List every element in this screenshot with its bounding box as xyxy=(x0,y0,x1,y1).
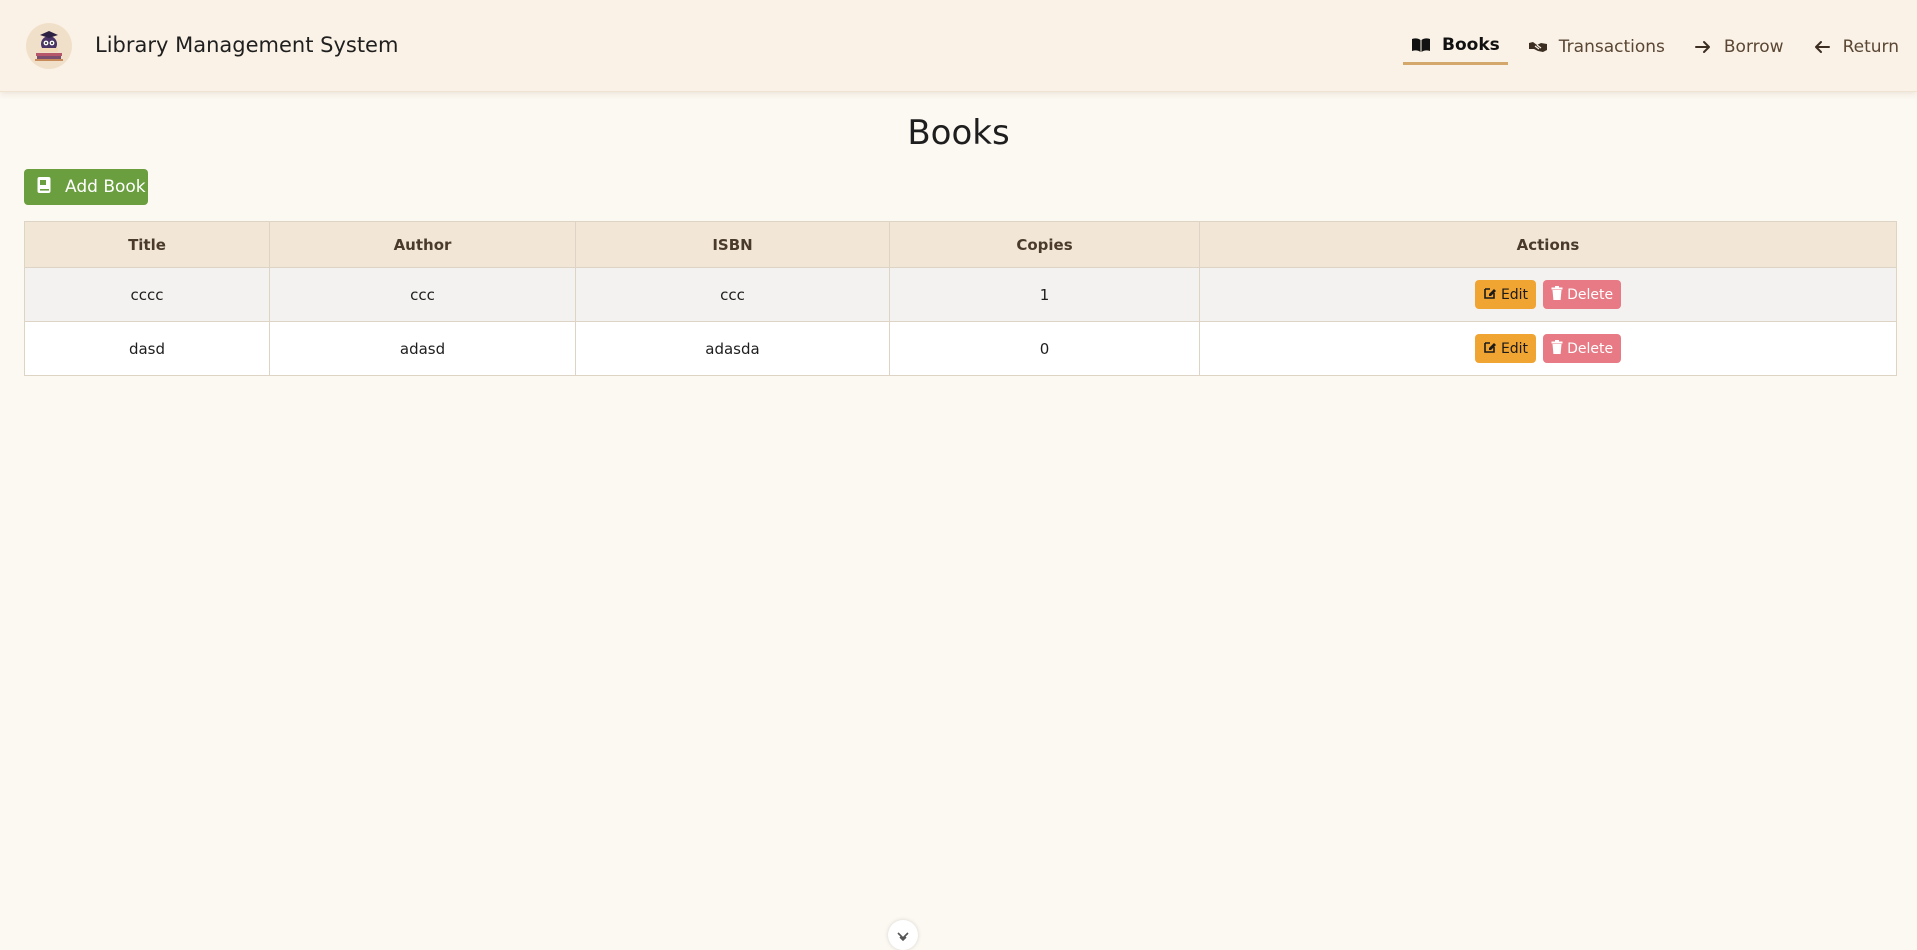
library-logo-icon[interactable] xyxy=(26,23,72,69)
handshake-icon xyxy=(1528,38,1548,56)
books-table: Title Author ISBN Copies Actions cccc cc… xyxy=(24,221,1897,376)
column-header-isbn[interactable]: ISBN xyxy=(575,221,890,268)
delete-button[interactable]: Delete xyxy=(1543,280,1622,309)
app-header: Library Management System Books Transact… xyxy=(0,0,1917,92)
delete-label: Delete xyxy=(1567,340,1614,357)
delete-button[interactable]: Delete xyxy=(1543,334,1622,363)
cell-copies: 0 xyxy=(889,321,1200,376)
page-title: Books xyxy=(907,113,1010,153)
nav-item-return[interactable]: Return xyxy=(1804,31,1907,63)
column-header-title[interactable]: Title xyxy=(24,221,270,268)
cell-copies: 1 xyxy=(889,267,1200,322)
nav-label-borrow: Borrow xyxy=(1723,36,1784,57)
cell-actions: Edit Delete xyxy=(1199,267,1897,322)
edit-icon xyxy=(1483,286,1497,304)
nav-label-transactions: Transactions xyxy=(1558,36,1665,57)
cell-isbn: ccc xyxy=(575,267,890,322)
edit-button[interactable]: Edit xyxy=(1474,280,1537,309)
open-book-icon xyxy=(1411,36,1431,54)
app-title: Library Management System xyxy=(95,33,399,57)
edit-icon xyxy=(1483,340,1497,358)
chevron-down-icon xyxy=(896,928,910,947)
nav-item-books[interactable]: Books xyxy=(1403,28,1508,65)
nav-item-transactions[interactable]: Transactions xyxy=(1520,31,1673,63)
trash-icon xyxy=(1551,285,1563,304)
delete-label: Delete xyxy=(1567,286,1614,303)
main-nav: Books Transactions Borrow Return xyxy=(1391,28,1907,65)
cell-title: dasd xyxy=(24,321,270,376)
row-actions: Edit Delete xyxy=(1474,334,1622,363)
arrow-left-icon xyxy=(1812,38,1832,56)
column-header-copies[interactable]: Copies xyxy=(889,221,1200,268)
row-actions: Edit Delete xyxy=(1474,280,1622,309)
edit-label: Edit xyxy=(1500,286,1529,303)
table-row: dasd adasd adasda 0 Edit Delete xyxy=(24,321,1897,376)
table-row: cccc ccc ccc 1 Edit Delete xyxy=(24,267,1897,322)
add-book-button[interactable]: Add Book xyxy=(24,169,148,205)
edit-button[interactable]: Edit xyxy=(1474,334,1537,363)
edit-label: Edit xyxy=(1500,340,1529,357)
scroll-down-button[interactable] xyxy=(888,920,918,950)
add-book-label: Add Book xyxy=(65,177,146,197)
column-header-author[interactable]: Author xyxy=(269,221,576,268)
book-icon xyxy=(36,176,52,199)
arrow-right-icon xyxy=(1693,38,1713,56)
table-header-row: Title Author ISBN Copies Actions xyxy=(24,221,1897,268)
trash-icon xyxy=(1551,339,1563,358)
cell-author: adasd xyxy=(269,321,576,376)
nav-item-borrow[interactable]: Borrow xyxy=(1685,31,1792,63)
cell-actions: Edit Delete xyxy=(1199,321,1897,376)
nav-label-books: Books xyxy=(1442,35,1500,55)
cell-author: ccc xyxy=(269,267,576,322)
nav-label-return: Return xyxy=(1842,36,1899,57)
column-header-actions: Actions xyxy=(1199,221,1897,268)
cell-isbn: adasda xyxy=(575,321,890,376)
cell-title: cccc xyxy=(24,267,270,322)
